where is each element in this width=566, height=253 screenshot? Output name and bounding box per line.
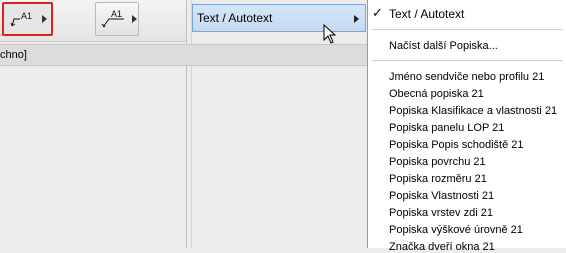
popup-item-level-label[interactable]: Popiska výškové úrovně 21 <box>389 224 523 236</box>
popup-item-general-label[interactable]: Obecná popiska 21 <box>389 88 484 100</box>
panel-divider <box>186 0 187 248</box>
popup-item-wall-layers-label[interactable]: Popiska vrstev zdi 21 <box>389 207 493 219</box>
mouse-cursor-icon <box>323 24 337 44</box>
menu-separator <box>372 29 563 30</box>
popup-item-lop-panel-label[interactable]: Popiska panelu LOP 21 <box>389 122 504 134</box>
label-leader-icon: A1 <box>101 9 124 28</box>
popup-item-properties-label[interactable]: Popiska Vlastnosti 21 <box>389 190 494 202</box>
submenu-arrow-icon <box>354 15 359 23</box>
popup-item-door-window-marker[interactable]: Značka dveří okna 21 <box>389 241 495 253</box>
popup-item-text-autotext[interactable]: Text / Autotext <box>389 7 464 21</box>
menu-item-label: Text / Autotext <box>197 11 273 25</box>
checkmark-icon: ✓ <box>372 5 383 20</box>
popup-item-dimension-label[interactable]: Popiska rozměru 21 <box>389 173 487 185</box>
panel-divider-secondary <box>191 0 192 248</box>
menu-separator <box>372 60 563 61</box>
popup-item-profile-name[interactable]: Jméno sendviče nebo profilu 21 <box>389 71 544 83</box>
popup-item-classification-label[interactable]: Popiska Klasifikace a vlastnosti 21 <box>389 105 557 117</box>
label-leader-text: A1 <box>111 9 122 19</box>
popup-item-surface-label[interactable]: Popiska povrchu 21 <box>389 156 486 168</box>
toolbar: A1 A1 <box>0 0 187 42</box>
label-arrow-icon: A1 <box>10 11 32 27</box>
header-row: chno] <box>0 44 371 66</box>
popup-item-stair-label[interactable]: Popiska Popis schodiště 21 <box>389 139 524 151</box>
popup-menu: ✓ Text / Autotext Načíst další Popiska..… <box>367 0 566 253</box>
label-leader-tool-button[interactable]: A1 <box>95 2 139 36</box>
menu-item-text-autotext[interactable]: Text / Autotext <box>192 4 366 32</box>
label-tool-button[interactable]: A1 <box>2 2 53 36</box>
popup-item-load-more[interactable]: Načíst další Popiska... <box>389 40 498 52</box>
dropdown-arrow-icon <box>42 15 47 23</box>
header-text: chno] <box>0 49 27 61</box>
dropdown-arrow-icon <box>131 15 137 23</box>
label-tool-text: A1 <box>21 11 32 21</box>
